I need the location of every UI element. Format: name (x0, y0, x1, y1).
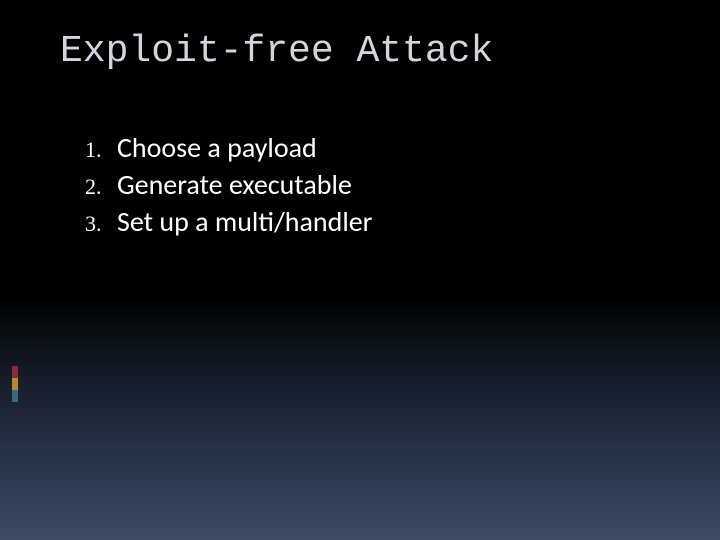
list-item-text: Set up a multi/handler (117, 204, 372, 239)
list-item-text: Generate executable (117, 167, 352, 202)
accent-bar-icon (12, 366, 18, 378)
accent-bars (12, 366, 18, 402)
list-item-text: Choose a payload (117, 130, 317, 165)
list-item: 1. Choose a payload (85, 130, 372, 165)
numbered-list: 1. Choose a payload 2. Generate executab… (85, 130, 372, 241)
list-item: 3. Set up a multi/handler (85, 204, 372, 239)
list-item-number: 3. (85, 210, 117, 238)
slide: Exploit-free Attack 1. Choose a payload … (0, 0, 720, 540)
slide-title: Exploit-free Attack (60, 30, 493, 73)
accent-bar-icon (12, 378, 18, 390)
list-item-number: 2. (85, 173, 117, 201)
accent-bar-icon (12, 390, 18, 402)
list-item: 2. Generate executable (85, 167, 372, 202)
list-item-number: 1. (85, 136, 117, 164)
